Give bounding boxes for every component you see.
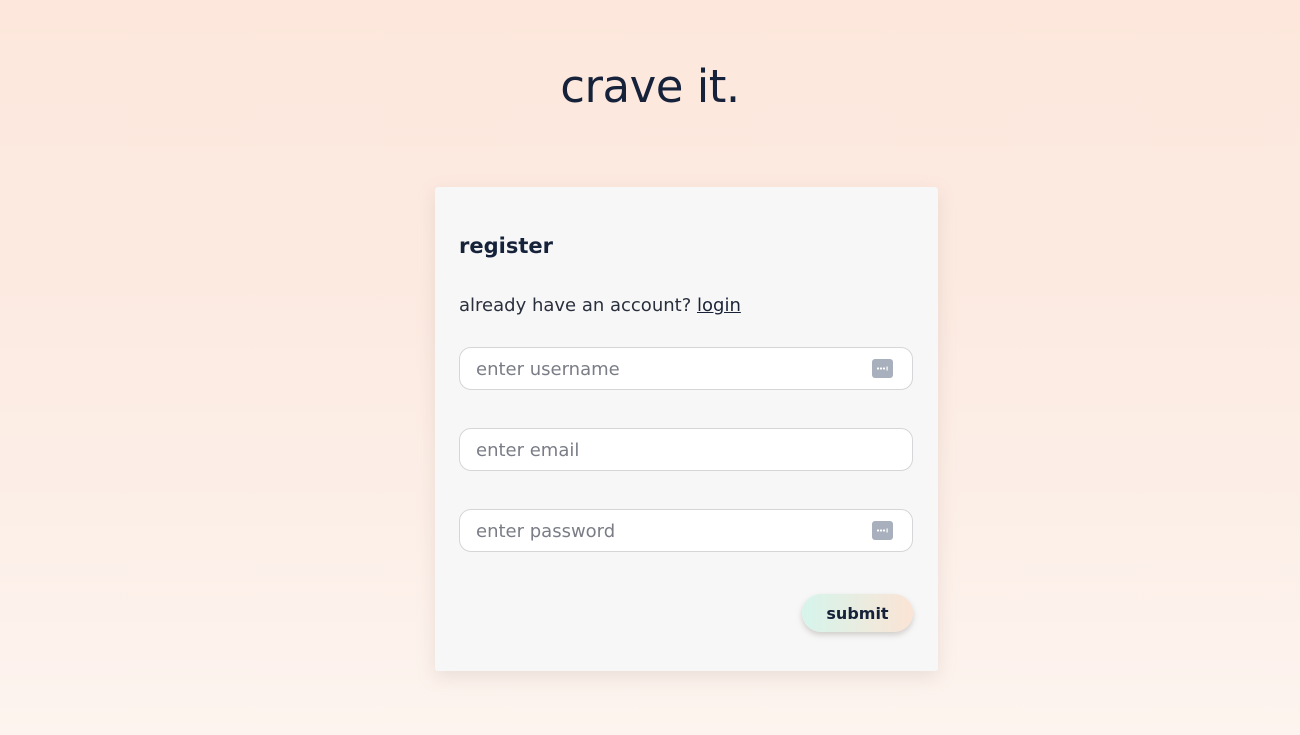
login-prompt-text: already have an account? [459, 295, 692, 316]
submit-button[interactable]: submit [802, 594, 913, 632]
brand-logo-text: crave it. [560, 60, 740, 113]
form-heading: register [459, 234, 553, 258]
username-input[interactable] [474, 348, 858, 391]
email-field-wrapper [459, 428, 913, 472]
password-field-wrapper [459, 509, 913, 553]
register-card: register already have an account? login [435, 187, 938, 671]
login-prompt: already have an account? login [459, 295, 741, 316]
password-manager-icon[interactable] [872, 359, 893, 378]
password-input[interactable] [474, 510, 858, 553]
email-input[interactable] [474, 429, 858, 472]
username-field-wrapper [459, 347, 913, 391]
password-manager-icon[interactable] [872, 521, 893, 540]
login-link[interactable]: login [697, 295, 741, 316]
